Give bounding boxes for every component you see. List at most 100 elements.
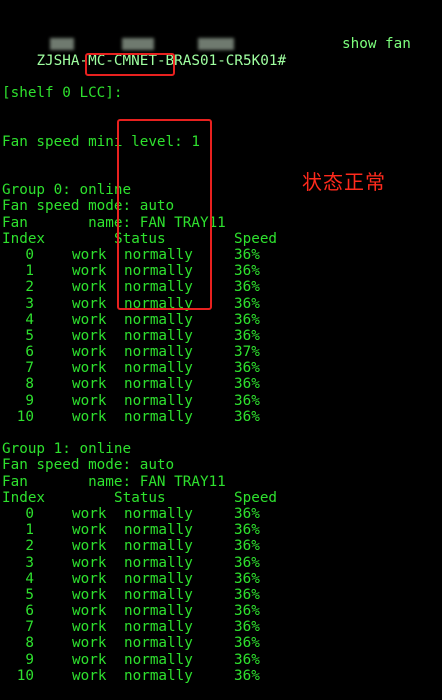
fan-row: 0 work normally 36% [2,247,442,263]
fan-speed: 36% [234,279,260,296]
fan-speed: 36% [234,667,260,684]
fan-index: 7 [25,619,34,636]
fan-status: normally [124,311,193,328]
fan-groups: Group 0: online Fan speed mode: auto Fan n… [2,182,442,684]
fan-row: 2 work normally 36% [2,279,442,295]
fan-speed: 36% [234,360,260,377]
fan-status: normally [124,263,193,280]
fan-speed: 36% [234,538,260,555]
fan-index: 0 [25,246,34,263]
redaction-mark [198,38,234,51]
header-status: Status [114,230,166,247]
fan-index: 2 [25,279,34,296]
fan-index: 2 [25,538,34,555]
fan-index: 5 [25,327,34,344]
fan-index: 5 [25,586,34,603]
fan-speed: 36% [234,408,260,425]
command-prompt: ZJSHA-MC-CMNET-BRAS01-CR5K01# [36,52,287,69]
fan-work-state: work [72,505,107,522]
fan-status: normally [124,667,193,684]
fan-row: 10 work normally 36% [2,409,442,425]
fan-row: 5 work normally 36% [2,328,442,344]
table-header: Index Status Speed [2,231,442,247]
fan-status: normally [124,505,193,522]
fan-row: 2 work normally 36% [2,538,442,554]
fan-work-state: work [72,408,107,425]
redaction-mark [50,38,74,51]
fan-index: 10 [16,408,34,425]
fan-index: 6 [25,344,34,361]
fan-status: normally [124,408,193,425]
fan-work-state: work [72,570,107,587]
fan-status: normally [124,392,193,409]
fan-status: normally [124,295,193,312]
fan-work-state: work [72,344,107,361]
fan-status: normally [124,246,193,263]
fan-row: 9 work normally 36% [2,393,442,409]
command-text: show fan [342,36,411,53]
fan-work-state: work [72,263,107,280]
fan-index: 3 [25,554,34,571]
fan-index: 9 [25,651,34,668]
fan-row: 10 work normally 36% [2,668,442,684]
fan-row: 1 work normally 36% [2,263,442,279]
group-state: online [79,441,132,458]
shelf-line: [shelf 0 LCC]: [2,85,123,101]
fan-index: 6 [25,603,34,620]
fan-index: 0 [25,505,34,522]
fan-work-state: work [72,295,107,312]
fan-status: normally [124,651,193,668]
fan-work-state: work [72,376,107,393]
fan-work-state: work [72,651,107,668]
fan-speed: 36% [234,586,260,603]
group-line: Group 1: online [2,441,442,457]
fan-index: 7 [25,360,34,377]
fan-speed: 36% [234,522,260,539]
fan-speed: 36% [234,651,260,668]
fan-work-state: work [72,392,107,409]
fan-work-state: work [72,538,107,555]
fan-row: 5 work normally 36% [2,587,442,603]
fan-work-state: work [72,522,107,539]
fan-row: 7 work normally 36% [2,619,442,635]
table-header: Index Status Speed [2,490,442,506]
fan-work-state: work [72,619,107,636]
fan-row: 8 work normally 36% [2,376,442,392]
fan-speed: 36% [234,635,260,652]
fan-mode-line: Fan speed mode: auto [2,198,175,215]
fan-row: 6 work normally 36% [2,603,442,619]
fan-status: normally [124,603,193,620]
fan-row: 6 work normally 37% [2,344,442,360]
fan-index: 10 [16,667,34,684]
fan-work-state: work [72,246,107,263]
fan-index: 4 [25,311,34,328]
fan-index: 1 [25,263,34,280]
fan-status: normally [124,554,193,571]
fan-row: 4 work normally 36% [2,571,442,587]
fan-row: 0 work normally 36% [2,506,442,522]
fan-row: 9 work normally 36% [2,652,442,668]
fan-row: 1 work normally 36% [2,522,442,538]
fan-index: 9 [25,392,34,409]
fan-status: normally [124,570,193,587]
fan-row: 3 work normally 36% [2,296,442,312]
status-normal-annotation: 状态正常 [302,170,386,194]
fan-mode-line: Fan speed mode: auto [2,457,175,474]
group-label: Group 0: [2,182,71,199]
fan-work-state: work [72,311,107,328]
fan-speed: 36% [234,263,260,280]
header-index: Index [2,489,46,506]
group-state: online [79,182,132,199]
header-speed: Speed [234,230,278,247]
fan-row: 4 work normally 36% [2,312,442,328]
terminal-output: ZJSHA-MC-CMNET-BRAS01-CR5K01# show fan [… [2,4,442,683]
fan-status: normally [124,344,193,361]
fan-speed: 36% [234,570,260,587]
fan-index: 8 [25,635,34,652]
fan-work-state: work [72,586,107,603]
header-speed: Speed [234,489,278,506]
header-index: Index [2,230,46,247]
fan-work-state: work [72,667,107,684]
fan-status: normally [124,522,193,539]
